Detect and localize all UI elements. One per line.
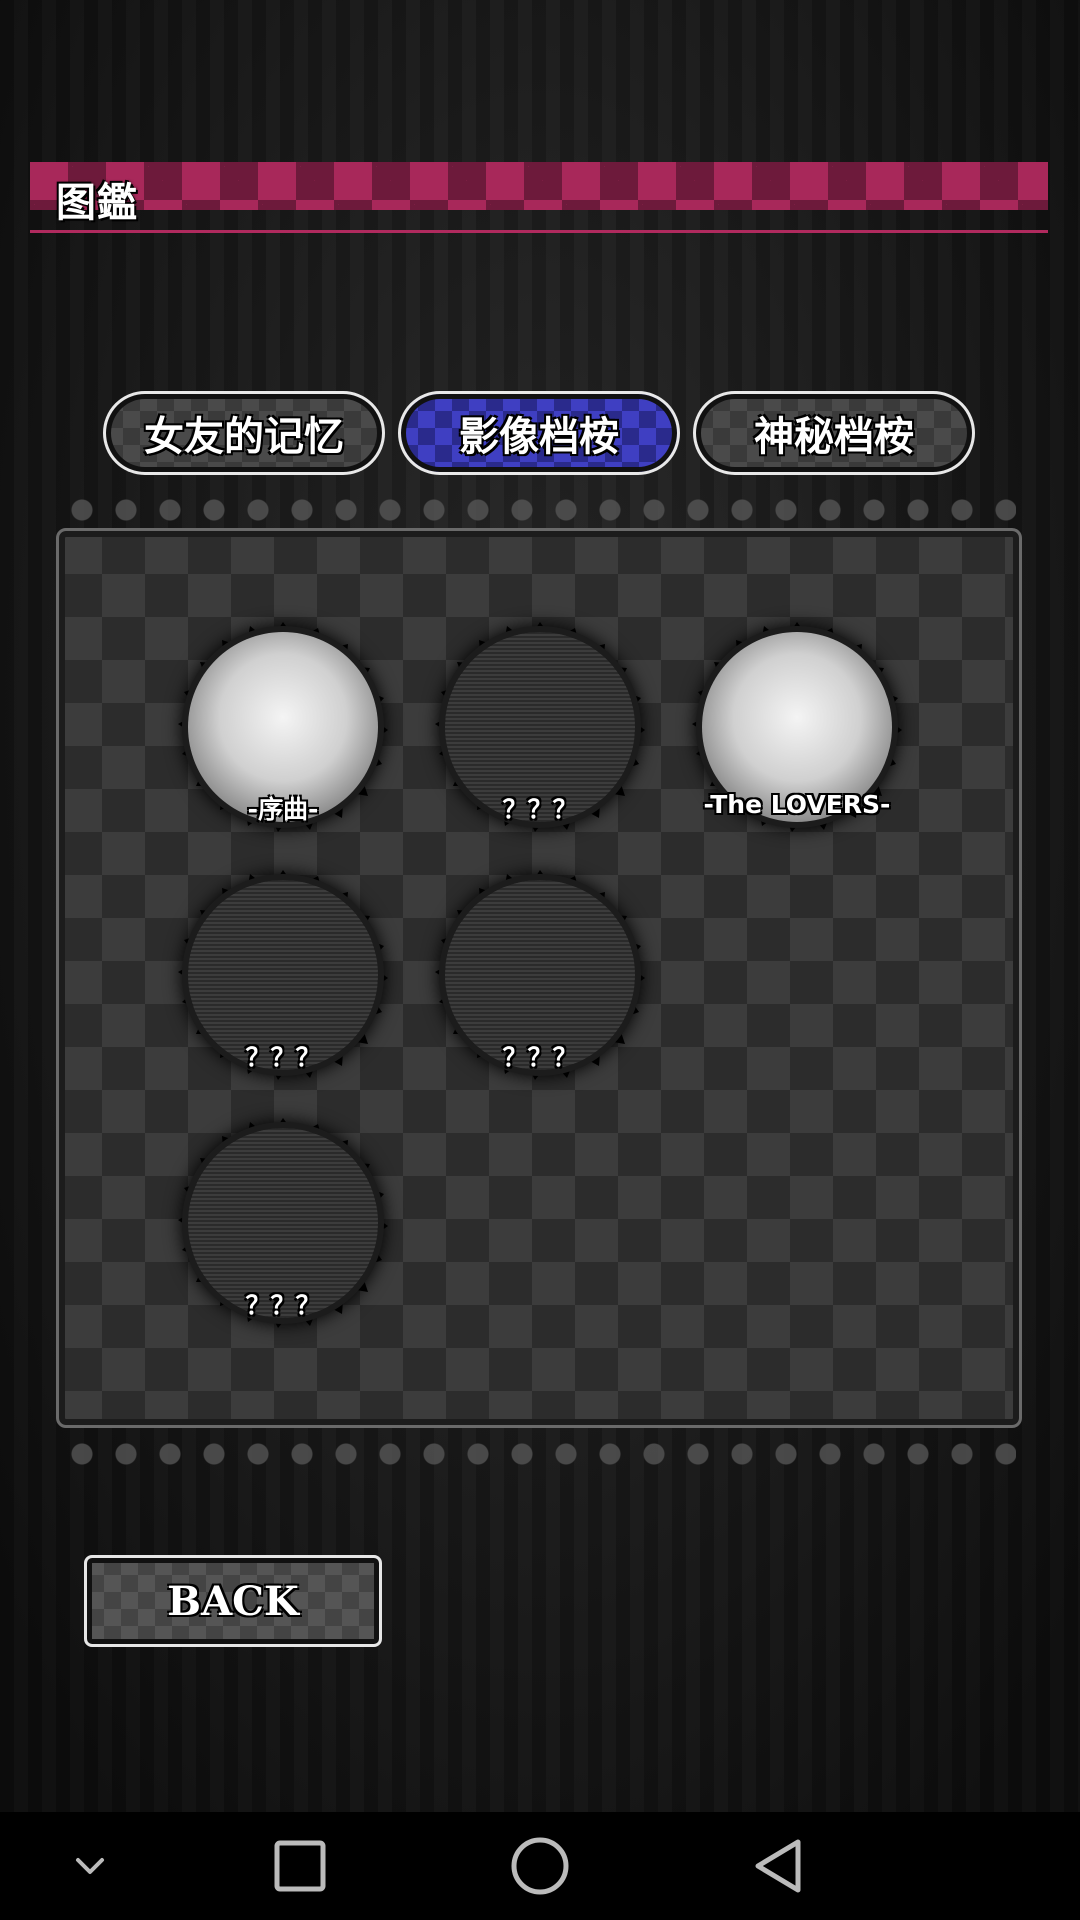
item-label: ？？？ [502, 1043, 578, 1072]
chevron-down-icon[interactable] [54, 1830, 126, 1902]
back-button[interactable]: BACK [84, 1555, 382, 1647]
home-icon[interactable] [504, 1830, 576, 1902]
back-button-label: BACK [167, 1577, 299, 1625]
system-navigation-bar [0, 1812, 1080, 1920]
panel-lace-top [62, 484, 1016, 524]
tab-image-archive[interactable]: 影像档桉 [398, 391, 680, 475]
panel-lace-bottom [62, 1428, 1016, 1468]
gallery-item-locked[interactable]: ？？？ [435, 622, 645, 832]
gallery-item-the-lovers[interactable]: -The LOVERS- [692, 622, 902, 832]
item-label: -The LOVERS- [703, 790, 891, 819]
gallery-item-prelude[interactable]: -序曲- [178, 622, 388, 832]
gallery-item-locked[interactable]: ？？？ [178, 870, 388, 1080]
item-label: ？？？ [245, 1291, 321, 1320]
tab-label: 神秘档桉 [754, 414, 914, 460]
item-label: ？？？ [502, 795, 578, 824]
page-title: 图鑑 [56, 180, 138, 226]
tab-label: 影像档桉 [459, 414, 619, 460]
tab-label: 女友的记忆 [144, 414, 344, 460]
tab-mystery-archive[interactable]: 神秘档桉 [693, 391, 975, 475]
tab-girlfriend-memories[interactable]: 女友的记忆 [103, 391, 385, 475]
header-banner [30, 162, 1048, 210]
header-divider [30, 230, 1048, 233]
item-label: -序曲- [247, 795, 319, 824]
item-label: ？？？ [245, 1043, 321, 1072]
back-triangle-icon[interactable] [744, 1830, 816, 1902]
recent-apps-icon[interactable] [264, 1830, 336, 1902]
gallery-item-locked[interactable]: ？？？ [435, 870, 645, 1080]
gallery-item-locked[interactable]: ？？？ [178, 1118, 388, 1328]
